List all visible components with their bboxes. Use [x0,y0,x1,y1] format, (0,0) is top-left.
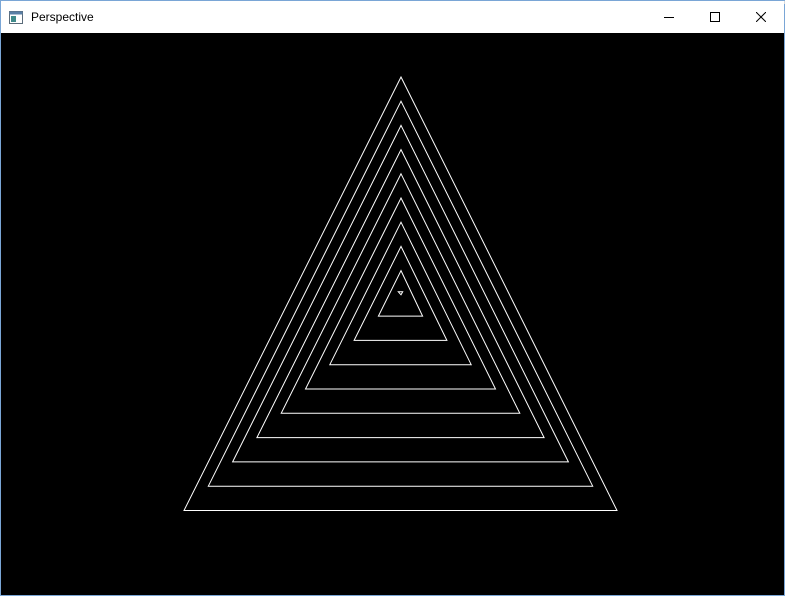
window-controls [646,1,784,33]
triangle-outline [397,291,404,296]
minimize-button[interactable] [646,1,692,33]
window-title: Perspective [31,10,94,24]
maximize-icon [710,12,720,22]
close-button[interactable] [738,1,784,33]
close-icon [756,12,766,22]
triangle-outline [353,245,448,341]
nested-triangles-drawing [183,75,618,511]
app-window-icon [8,9,24,25]
triangle-outline [328,221,473,366]
title-bar[interactable]: Perspective [1,1,784,33]
minimize-icon [664,17,674,18]
maximize-button[interactable] [692,1,738,33]
drawing-canvas[interactable] [1,33,784,595]
perspective-window: Perspective [0,0,785,596]
